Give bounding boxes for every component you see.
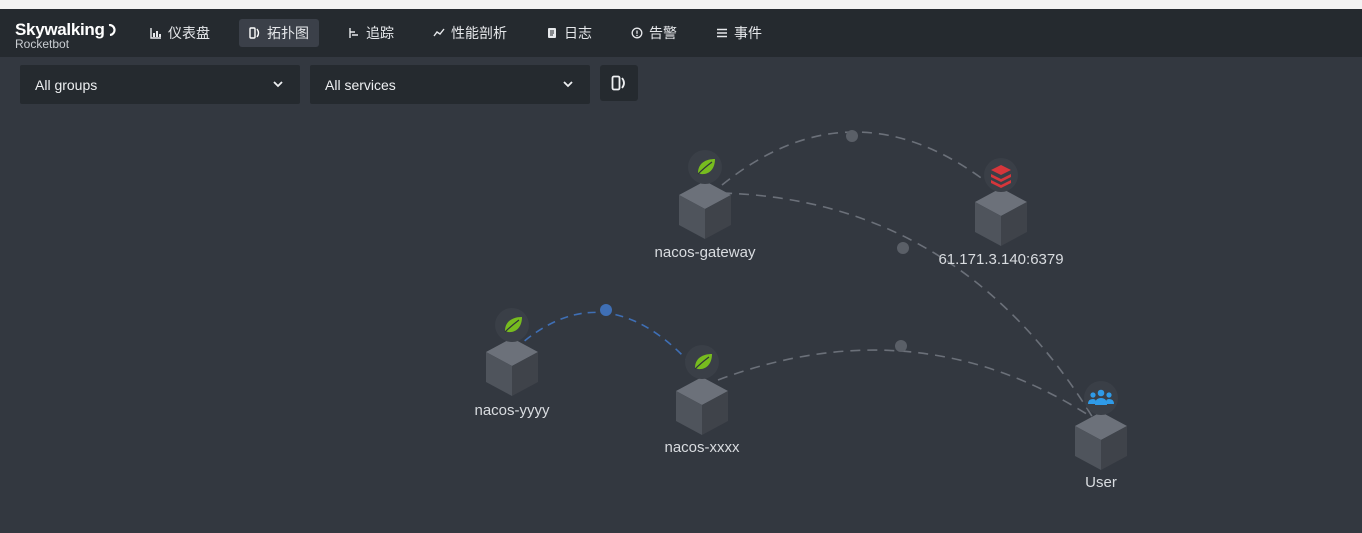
node-label: 61.171.3.140:6379 [938, 251, 1063, 268]
node-label: nacos-yyyy [474, 402, 550, 419]
link-midpoint[interactable] [846, 130, 858, 142]
node-nacos-gateway[interactable]: nacos-gateway [655, 150, 756, 261]
node-label: nacos-gateway [655, 244, 756, 261]
node-nacos-xxxx[interactable]: nacos-xxxx [664, 345, 740, 456]
link-midpoint[interactable] [897, 242, 909, 254]
link-midpoint[interactable] [600, 304, 612, 316]
link-yyyy-xxxx[interactable] [513, 311, 699, 373]
node-label: nacos-xxxx [664, 439, 740, 456]
node-redis[interactable]: 61.171.3.140:6379 [938, 158, 1064, 268]
node-label: User [1085, 474, 1117, 491]
link-gateway-user[interactable] [721, 192, 1094, 419]
link-xxxx-user[interactable] [717, 349, 1094, 419]
node-user[interactable]: User [1075, 381, 1127, 491]
node-nacos-yyyy[interactable]: nacos-yyyy [474, 308, 550, 419]
link-midpoint[interactable] [895, 340, 907, 352]
topology-graph[interactable]: nacos-gateway 61.171.3.140:6379 nacos-yy… [0, 0, 1362, 533]
